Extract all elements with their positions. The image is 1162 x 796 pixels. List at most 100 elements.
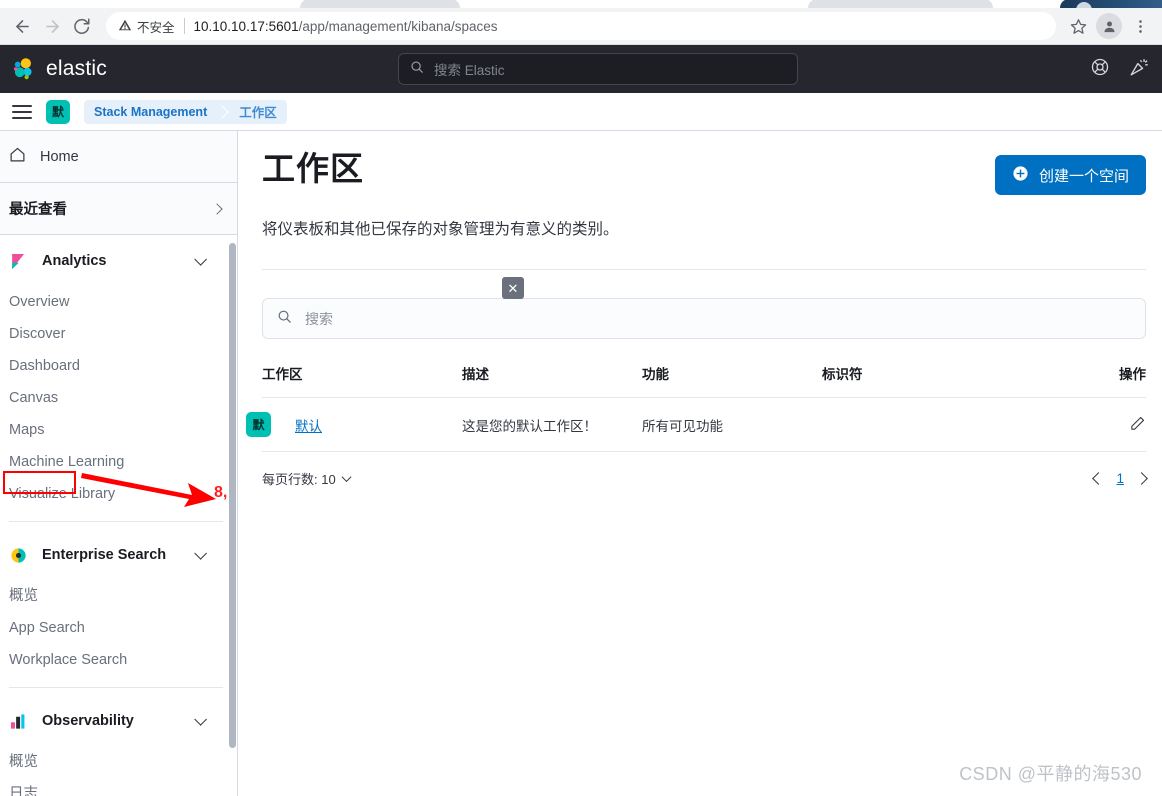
page-description: 将仪表板和其他已保存的对象管理为有意义的类别。 bbox=[262, 217, 1146, 239]
brand-name: elastic bbox=[46, 57, 107, 81]
create-space-button[interactable]: 创建一个空间 bbox=[995, 155, 1146, 195]
sidebar-item-recently-viewed[interactable]: 最近查看 bbox=[0, 183, 237, 235]
sidebar-item-obs-overview[interactable]: 概览 bbox=[9, 746, 237, 778]
back-arrow-icon[interactable] bbox=[8, 12, 36, 40]
sidebar-divider bbox=[9, 521, 223, 522]
profile-avatar-icon[interactable] bbox=[1096, 13, 1122, 39]
reload-icon[interactable] bbox=[68, 12, 96, 40]
three-dot-menu-icon[interactable] bbox=[1126, 12, 1154, 40]
chevron-right-icon bbox=[211, 203, 222, 214]
sidebar-item-overview[interactable]: Overview bbox=[9, 286, 237, 318]
observability-logo-icon bbox=[9, 712, 28, 731]
cell-identifier bbox=[822, 398, 1082, 452]
global-search-input[interactable]: 搜索 Elastic bbox=[398, 53, 798, 85]
sidebar-item-es-overview[interactable]: 概览 bbox=[9, 580, 237, 612]
spaces-search-input[interactable]: 搜索 bbox=[262, 298, 1146, 339]
url-path: /app/management/kibana/spaces bbox=[299, 19, 498, 34]
main-content: 工作区 创建一个空间 将仪表板和其他已保存的对象管理为有意义的类别。 搜索 工作… bbox=[238, 131, 1162, 796]
address-bar[interactable]: 不安全 10.10.10.17:5601/app/management/kiba… bbox=[106, 12, 1056, 40]
breadcrumb-bar: 默 Stack Management 工作区 bbox=[0, 93, 1162, 131]
column-header-actions: 操作 bbox=[1082, 363, 1146, 398]
announcement-megaphone-icon[interactable] bbox=[1128, 56, 1150, 83]
sidebar-nav-scroll-area: Analytics Overview Discover Dashboard Ca… bbox=[0, 236, 237, 796]
chevron-down-icon[interactable] bbox=[194, 253, 207, 266]
column-header-features[interactable]: 功能 bbox=[642, 363, 822, 398]
spaces-search-placeholder: 搜索 bbox=[305, 309, 333, 329]
browser-tab-partial-2[interactable] bbox=[808, 0, 993, 8]
search-icon bbox=[410, 60, 424, 79]
primary-sidebar: Home 最近查看 Analytics Overview Discover Da… bbox=[0, 131, 238, 796]
column-header-description[interactable]: 描述 bbox=[462, 363, 642, 398]
header-divider bbox=[262, 269, 1146, 270]
hamburger-menu-icon[interactable] bbox=[12, 105, 32, 119]
row-space-avatar: 默 bbox=[246, 412, 271, 437]
search-icon bbox=[277, 309, 292, 329]
warning-triangle-icon bbox=[118, 18, 132, 35]
create-space-label: 创建一个空间 bbox=[1039, 165, 1129, 186]
sidebar-group-analytics[interactable]: Analytics bbox=[9, 236, 237, 286]
sidebar-group-enterprise-search[interactable]: Enterprise Search bbox=[9, 530, 237, 580]
forward-arrow-icon[interactable] bbox=[38, 12, 66, 40]
space-name-link[interactable]: 默认 bbox=[295, 415, 322, 435]
chevron-down-icon bbox=[341, 472, 351, 482]
url-text: 10.10.10.17:5601/app/management/kibana/s… bbox=[194, 19, 498, 34]
browser-toolbar: 不安全 10.10.10.17:5601/app/management/kiba… bbox=[0, 8, 1162, 45]
sidebar-group-title: Observability bbox=[42, 713, 134, 729]
site-security-warning[interactable]: 不安全 bbox=[118, 17, 175, 36]
next-page-icon[interactable] bbox=[1135, 472, 1148, 485]
pencil-edit-icon[interactable] bbox=[1129, 420, 1146, 435]
enterprise-search-logo-icon bbox=[9, 546, 28, 565]
page-number-1[interactable]: 1 bbox=[1116, 471, 1124, 486]
browser-tab-partial-1[interactable] bbox=[300, 0, 460, 8]
breadcrumb-item-spaces[interactable]: 工作区 bbox=[229, 100, 287, 124]
cell-actions bbox=[1082, 398, 1146, 452]
rows-per-page-label: 每页行数: 10 bbox=[262, 469, 336, 488]
cell-space-name: 默 默认 bbox=[262, 398, 462, 452]
sidebar-group-observability[interactable]: Observability bbox=[9, 696, 237, 746]
page-header: 工作区 创建一个空间 bbox=[262, 131, 1146, 195]
sidebar-item-maps[interactable]: Maps bbox=[9, 414, 237, 446]
url-host: 10.10.10.17:5601 bbox=[194, 19, 299, 34]
breadcrumb-item-stack-management[interactable]: Stack Management bbox=[84, 100, 217, 124]
elastic-global-header: elastic 搜索 Elastic bbox=[0, 45, 1162, 93]
spaces-table-head: 工作区 描述 功能 标识符 操作 bbox=[262, 363, 1146, 398]
security-label: 不安全 bbox=[137, 17, 175, 36]
cell-features: 所有可见功能 bbox=[642, 398, 822, 452]
spaces-table-body: 默 默认 这是您的默认工作区！ 所有可见功能 bbox=[262, 398, 1146, 452]
sidebar-group-title: Enterprise Search bbox=[42, 547, 166, 563]
help-lifebuoy-icon[interactable] bbox=[1090, 57, 1110, 82]
chevron-down-icon[interactable] bbox=[194, 713, 207, 726]
previous-page-icon[interactable] bbox=[1093, 472, 1106, 485]
elastic-brand[interactable]: elastic bbox=[10, 56, 107, 82]
spaces-table: 工作区 描述 功能 标识符 操作 默 默认 这是您的默认工作区！ bbox=[262, 363, 1146, 452]
app-body: Home 最近查看 Analytics Overview Discover Da… bbox=[0, 131, 1162, 796]
sidebar-item-app-search[interactable]: App Search bbox=[9, 612, 237, 644]
table-pagination: 每页行数: 10 1 bbox=[262, 469, 1146, 488]
space-avatar[interactable]: 默 bbox=[46, 100, 70, 124]
rows-per-page-selector[interactable]: 每页行数: 10 bbox=[262, 469, 350, 488]
browser-tab-active-partial[interactable] bbox=[1060, 0, 1162, 8]
sidebar-divider bbox=[9, 687, 223, 688]
close-icon[interactable]: ✕ bbox=[502, 277, 524, 299]
plus-circle-icon bbox=[1012, 165, 1029, 186]
sidebar-item-logs[interactable]: 日志 bbox=[9, 778, 237, 796]
sidebar-scrollbar[interactable] bbox=[229, 243, 236, 748]
sidebar-item-visualize-library[interactable]: Visualize Library bbox=[9, 478, 237, 510]
chevron-down-icon[interactable] bbox=[194, 547, 207, 560]
home-icon bbox=[9, 146, 26, 168]
column-header-space[interactable]: 工作区 bbox=[262, 363, 462, 398]
breadcrumb-separator-icon bbox=[217, 100, 229, 124]
sidebar-item-home[interactable]: Home bbox=[0, 131, 237, 183]
sidebar-item-discover[interactable]: Discover bbox=[9, 318, 237, 350]
toolbar-right-actions bbox=[1064, 12, 1154, 40]
sidebar-item-canvas[interactable]: Canvas bbox=[9, 382, 237, 414]
sidebar-item-dashboard[interactable]: Dashboard bbox=[9, 350, 237, 382]
star-icon[interactable] bbox=[1064, 12, 1092, 40]
table-row[interactable]: 默 默认 这是您的默认工作区！ 所有可见功能 bbox=[262, 398, 1146, 452]
sidebar-item-machine-learning[interactable]: Machine Learning bbox=[9, 446, 237, 478]
table-header-row: 工作区 描述 功能 标识符 操作 bbox=[262, 363, 1146, 398]
browser-tab-strip[interactable] bbox=[0, 0, 1162, 8]
column-header-identifier[interactable]: 标识符 bbox=[822, 363, 1082, 398]
sidebar-home-label: Home bbox=[40, 149, 79, 165]
sidebar-item-workplace-search[interactable]: Workplace Search bbox=[9, 644, 237, 676]
